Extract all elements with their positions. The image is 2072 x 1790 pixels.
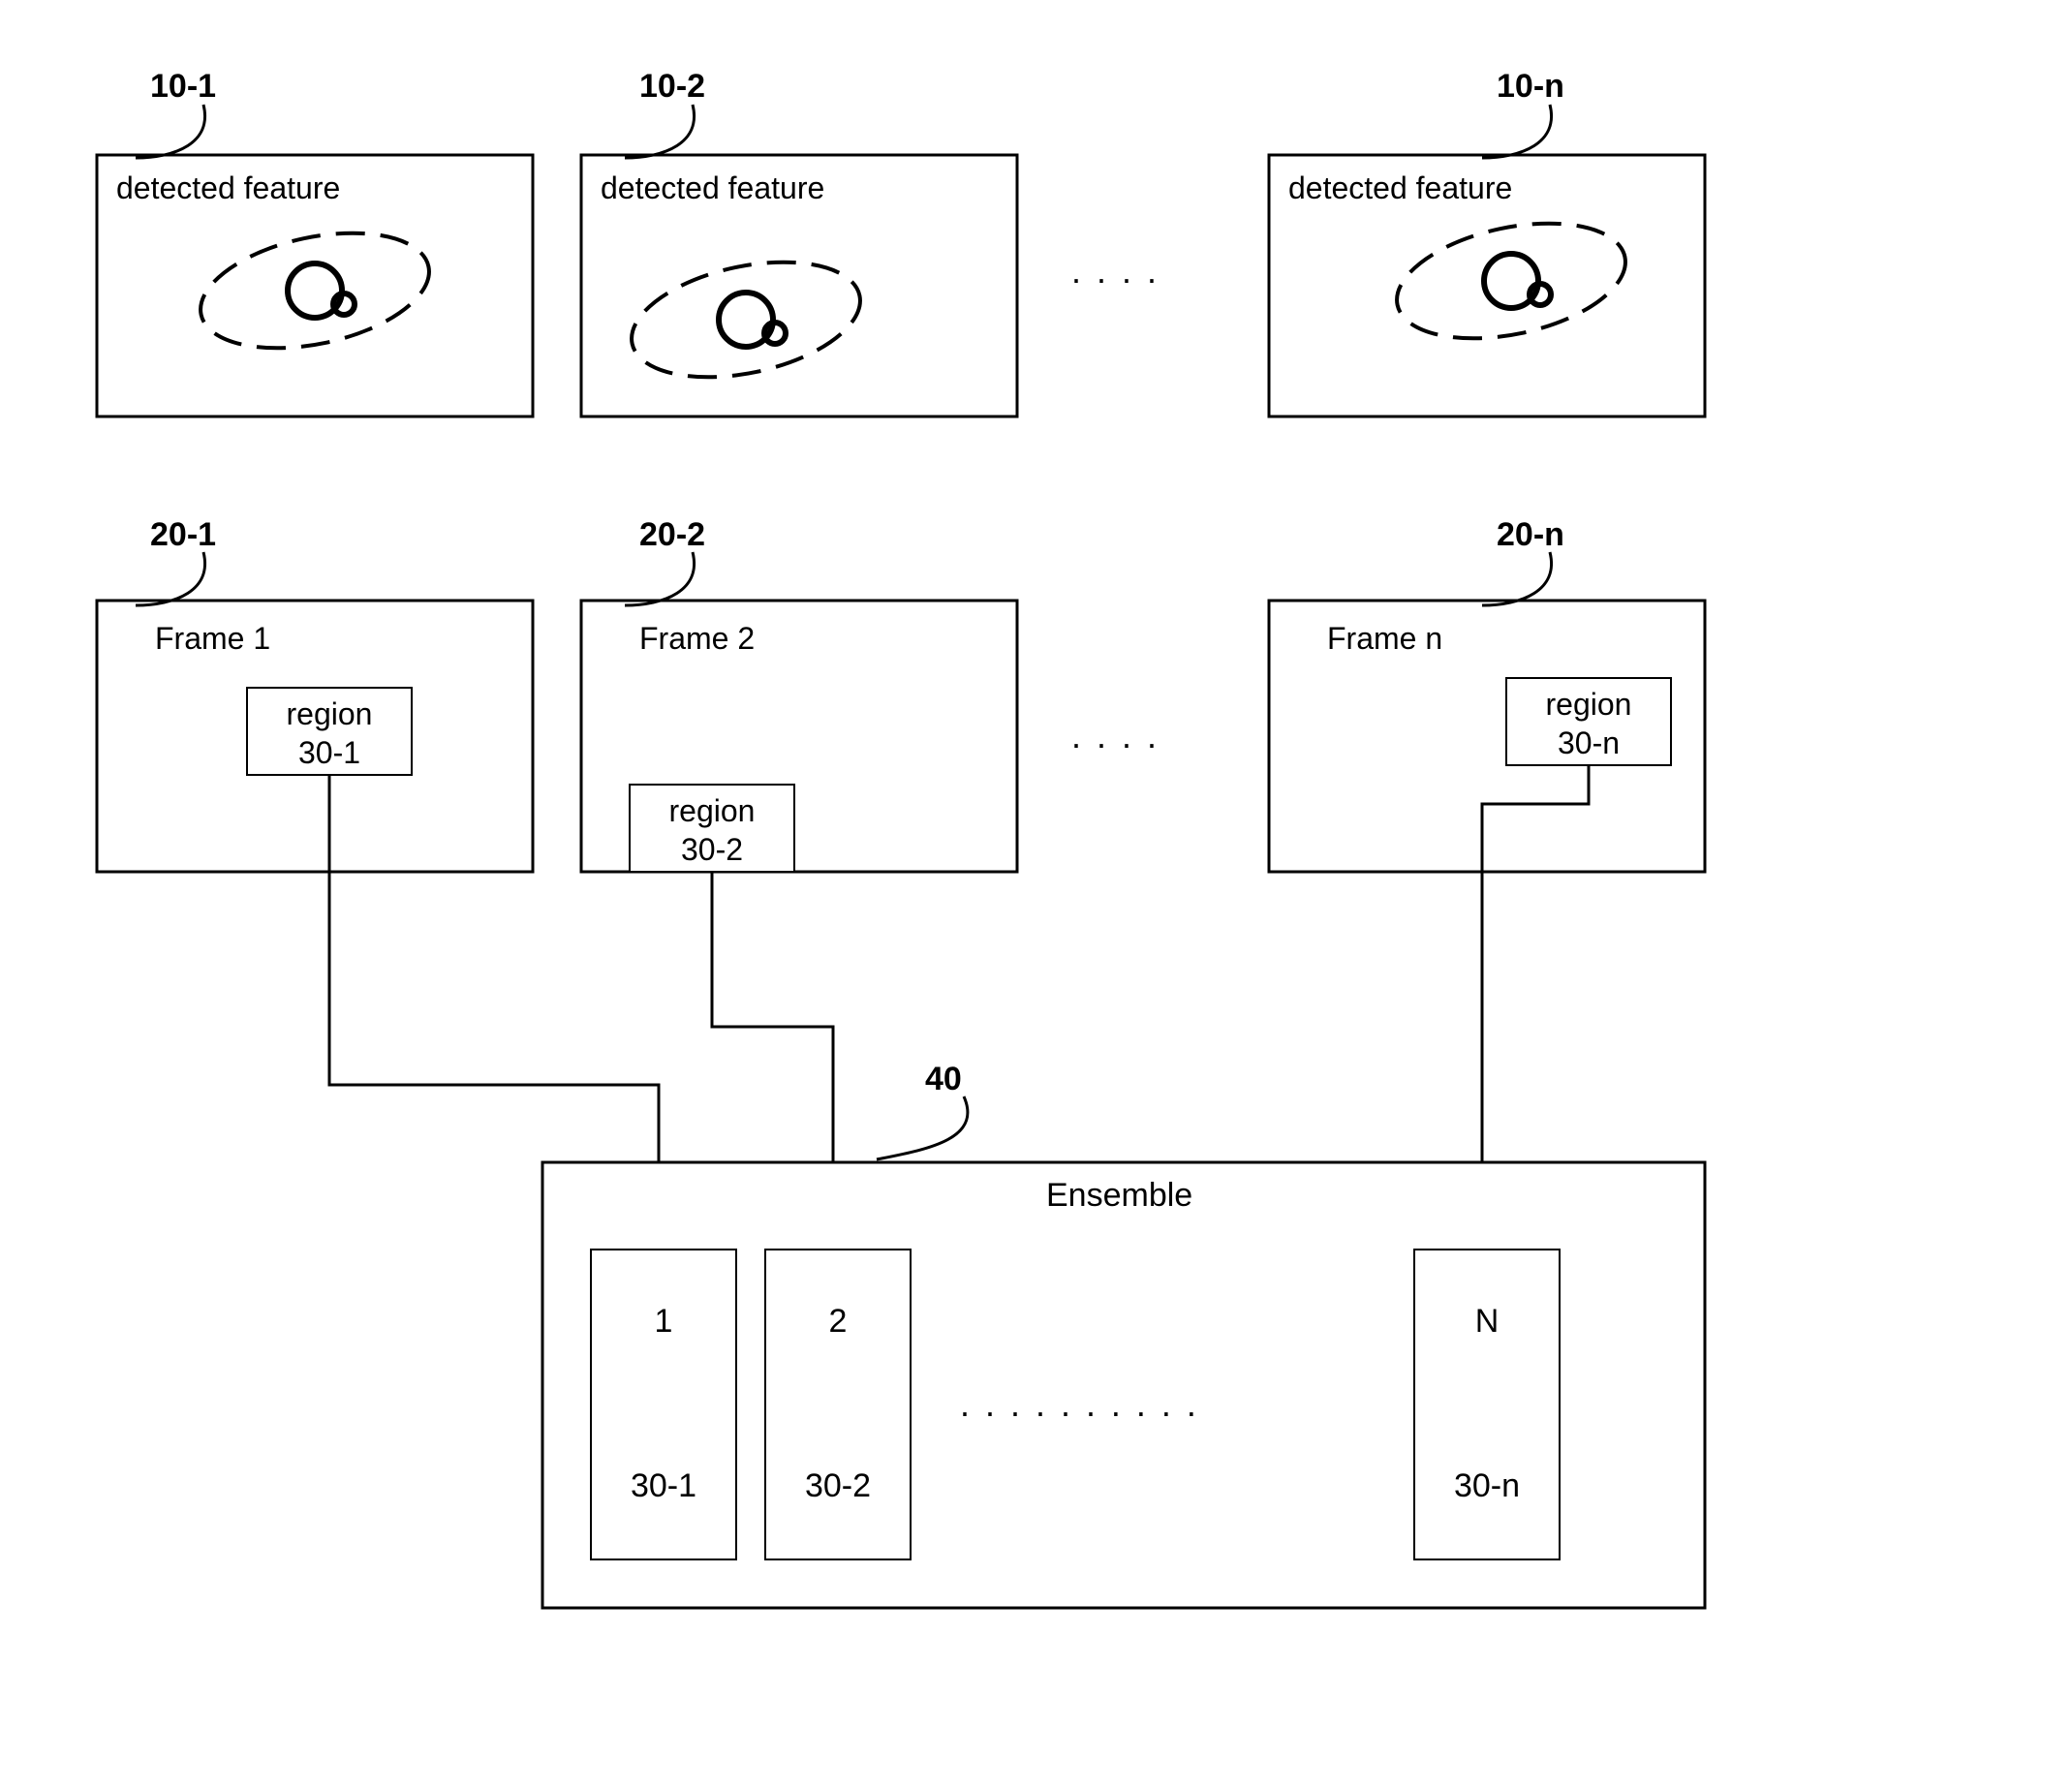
row2-ellipsis: ····: [1070, 724, 1171, 763]
ref-20-1: 20-1: [150, 516, 216, 553]
frame-panel-n: Frame n region 30-n 20-n: [1269, 516, 1705, 872]
frame-panel-1: Frame 1 region 30-1 20-1: [97, 516, 533, 872]
ens-item2-top: 2: [829, 1303, 848, 1340]
region-2-line2: 30-2: [681, 832, 743, 867]
ens-itemn-top: N: [1475, 1303, 1500, 1340]
detected-panel-1: detected feature 10-1: [97, 68, 533, 417]
ensemble-container: Ensemble 40 1 30-1 2 30-2 ·········· N 3…: [542, 1061, 1705, 1608]
region-n-line1: region: [1546, 687, 1632, 722]
detected-label-1: detected feature: [116, 170, 340, 205]
ref-20-2: 20-2: [639, 516, 705, 553]
row1-ellipsis: ····: [1070, 259, 1171, 298]
frame-label-2: Frame 2: [639, 621, 755, 656]
ref-10-2: 10-2: [639, 68, 705, 105]
ref-10-n: 10-n: [1497, 68, 1564, 105]
ens-item1-bot: 30-1: [631, 1467, 696, 1504]
frame-label-n: Frame n: [1327, 621, 1442, 656]
ensemble-title: Ensemble: [1046, 1177, 1192, 1214]
detected-panel-n: detected feature 10-n: [1269, 68, 1705, 417]
region-n-line2: 30-n: [1558, 725, 1620, 760]
ens-item2-bot: 30-2: [805, 1467, 871, 1504]
region-1-line2: 30-1: [298, 735, 360, 770]
region-2-line1: region: [669, 793, 756, 828]
ens-item1-top: 1: [655, 1303, 673, 1340]
ref-10-1: 10-1: [150, 68, 216, 105]
detected-label-n: detected feature: [1288, 170, 1512, 205]
ensemble-ellipsis: ··········: [959, 1392, 1211, 1432]
region-1-line1: region: [287, 696, 373, 731]
ens-itemn-bot: 30-n: [1454, 1467, 1520, 1504]
frame-panel-2: Frame 2 region 30-2 20-2: [581, 516, 1017, 872]
detected-label-2: detected feature: [601, 170, 824, 205]
frame-label-1: Frame 1: [155, 621, 270, 656]
ref-20-n: 20-n: [1497, 516, 1564, 553]
ref-40: 40: [925, 1061, 962, 1097]
detected-panel-2: detected feature 10-2: [581, 68, 1017, 417]
